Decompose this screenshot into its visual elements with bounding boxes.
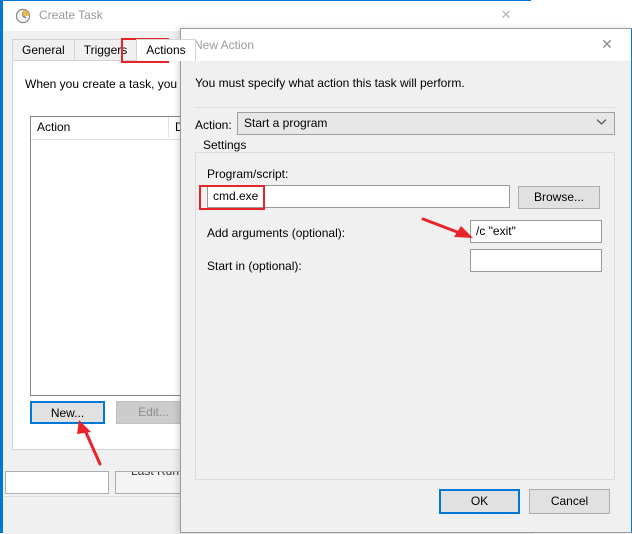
- settings-group-title: Settings: [199, 138, 251, 152]
- create-task-tabstrip: General Triggers Actions: [12, 39, 196, 61]
- close-icon[interactable]: ✕: [587, 33, 627, 57]
- cancel-button[interactable]: Cancel: [529, 489, 610, 514]
- start-in-label: Start in (optional):: [207, 259, 302, 273]
- add-arguments-value: /c "exit": [476, 224, 516, 238]
- new-action-button[interactable]: New...: [30, 401, 105, 424]
- column-header-action[interactable]: Action: [31, 117, 169, 138]
- clock-icon: [15, 8, 31, 24]
- tab-triggers[interactable]: Triggers: [73, 39, 138, 60]
- action-type-value: Start a program: [244, 116, 328, 130]
- program-script-label: Program/script:: [207, 167, 289, 181]
- close-icon[interactable]: ✕: [489, 5, 523, 27]
- create-task-title: Create Task: [39, 8, 103, 22]
- action-type-select[interactable]: Start a program: [237, 112, 615, 135]
- action-label: Action:: [195, 118, 232, 132]
- program-script-input[interactable]: cmd.exe: [207, 185, 510, 208]
- browse-button[interactable]: Browse...: [518, 186, 600, 209]
- new-action-title: New Action: [194, 38, 255, 52]
- start-in-input[interactable]: [470, 249, 602, 272]
- new-action-titlebar: New Action ✕: [181, 29, 631, 62]
- add-arguments-label: Add arguments (optional):: [207, 226, 346, 240]
- ok-button[interactable]: OK: [439, 489, 520, 514]
- create-task-ok-button[interactable]: [5, 471, 109, 494]
- tab-actions[interactable]: Actions: [136, 39, 196, 61]
- create-task-titlebar: Create Task ✕: [3, 1, 531, 31]
- program-script-value: cmd.exe: [213, 189, 259, 203]
- new-action-instruction: You must specify what action this task w…: [195, 76, 465, 90]
- chevron-down-icon[interactable]: [594, 113, 608, 134]
- add-arguments-input[interactable]: /c "exit": [470, 220, 602, 243]
- actions-description: When you create a task, you: [25, 77, 178, 91]
- tab-general[interactable]: General: [12, 39, 75, 60]
- divider: [195, 107, 615, 108]
